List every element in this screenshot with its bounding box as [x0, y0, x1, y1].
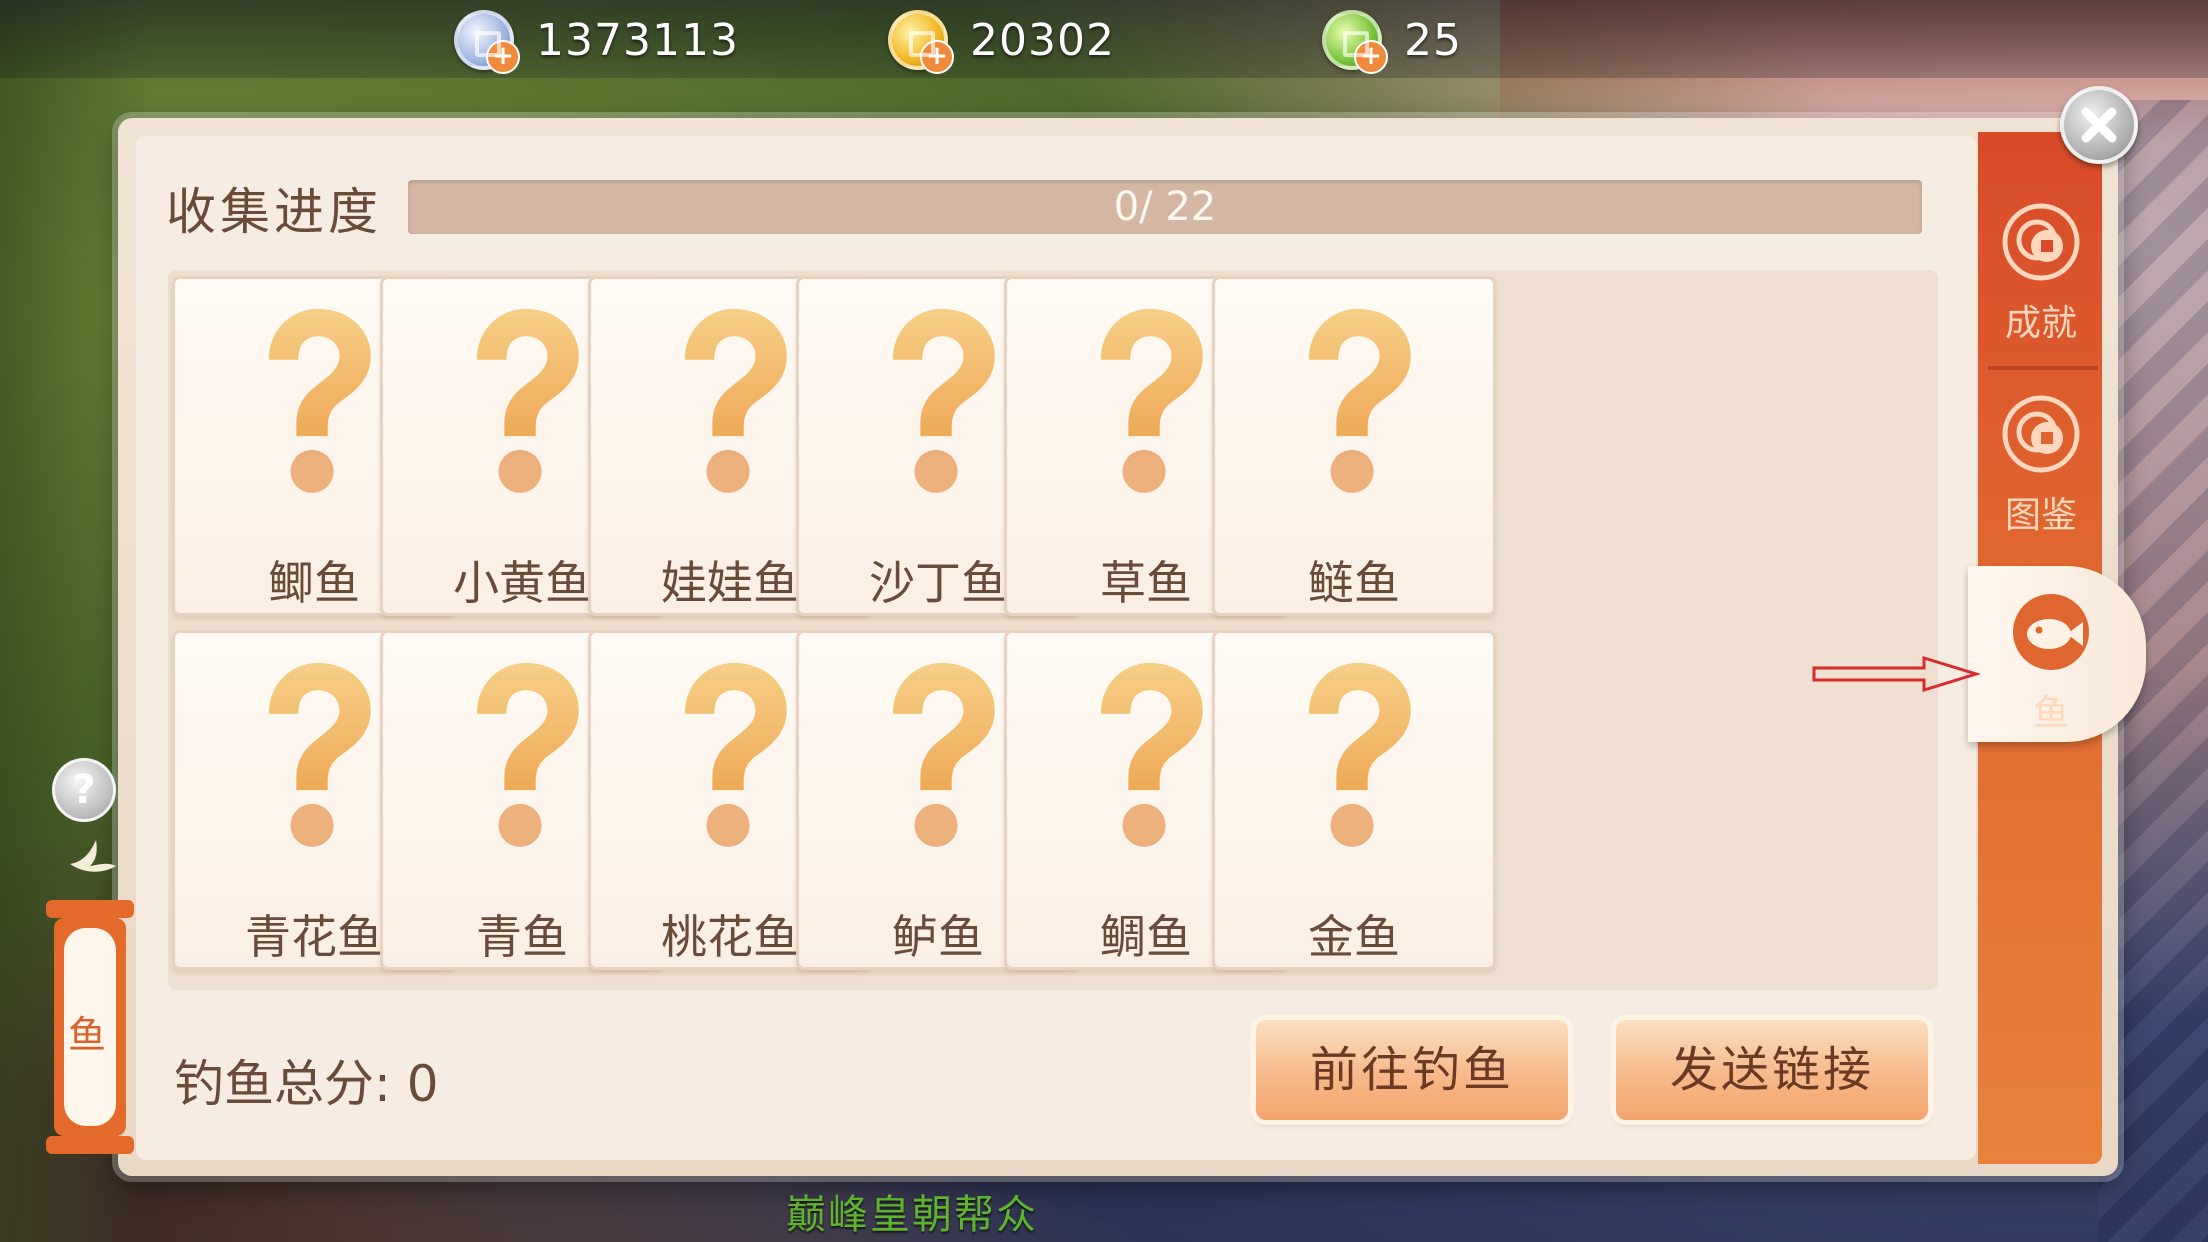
hint-arrow-icon: [1812, 655, 1980, 693]
add-silver-icon[interactable]: +: [486, 40, 520, 74]
coin-badge-icon: [2002, 395, 2080, 473]
progress-text: 0/ 22: [1113, 184, 1217, 230]
tab-fish-label: 鱼: [2032, 693, 2069, 734]
add-jade-icon[interactable]: +: [1354, 40, 1388, 74]
fish-card[interactable]: 金鱼: [1212, 630, 1496, 970]
help-button[interactable]: ?: [52, 758, 116, 822]
go-fishing-button[interactable]: 前往钓鱼: [1256, 1020, 1568, 1120]
fish-name: 鲢鱼: [1308, 556, 1400, 610]
tab-fish-content[interactable]: 鱼: [1996, 590, 2106, 760]
gold-coin-icon: +: [888, 10, 954, 74]
collection-progress-title: 收集进度: [166, 183, 382, 241]
coin-badge-icon: [2002, 203, 2080, 281]
fish-card[interactable]: 鲢鱼: [1212, 276, 1496, 616]
silver-amount: 1373113: [536, 14, 739, 66]
tab-divider: [1988, 366, 2098, 370]
tab-codex-label: 图鉴: [2004, 495, 2077, 536]
bird-icon: [70, 840, 116, 872]
collection-progress-bar: 0/ 22: [408, 180, 1922, 234]
guild-caption: 巅峰皇朝帮众: [786, 1192, 1038, 1238]
fish-card-grid: 鲫鱼 小黄鱼 娃娃鱼 沙丁鱼 草鱼 鲢鱼 青花鱼 青鱼 桃花鱼 鲈鱼 鲷鱼 金鱼: [168, 270, 1938, 990]
silver-coin-icon: +: [454, 10, 520, 74]
jade-amount: 25: [1404, 14, 1462, 66]
fishing-total-score: 钓鱼总分: 0: [174, 1055, 439, 1113]
tab-achievement-label: 成就: [2004, 303, 2077, 344]
close-icon: [2081, 107, 2117, 143]
fish-name: 金鱼: [1308, 910, 1400, 964]
fish-icon: [2013, 594, 2089, 670]
gold-amount: 20302: [970, 14, 1115, 66]
add-gold-icon[interactable]: +: [920, 40, 954, 74]
currency-silver[interactable]: + 1373113: [454, 8, 739, 74]
send-link-button[interactable]: 发送链接: [1616, 1020, 1928, 1120]
lantern-label: 鱼: [68, 1013, 107, 1057]
jade-coin-icon: +: [1322, 10, 1388, 74]
question-mark-icon: [1215, 297, 1493, 497]
tab-achievement[interactable]: 成就: [1986, 200, 2096, 370]
tab-codex[interactable]: 图鉴: [1986, 392, 2096, 562]
currency-jade[interactable]: + 25: [1322, 8, 1462, 74]
question-mark-icon: [1215, 651, 1493, 851]
close-button[interactable]: [2060, 86, 2138, 164]
currency-gold[interactable]: + 20302: [888, 8, 1115, 74]
